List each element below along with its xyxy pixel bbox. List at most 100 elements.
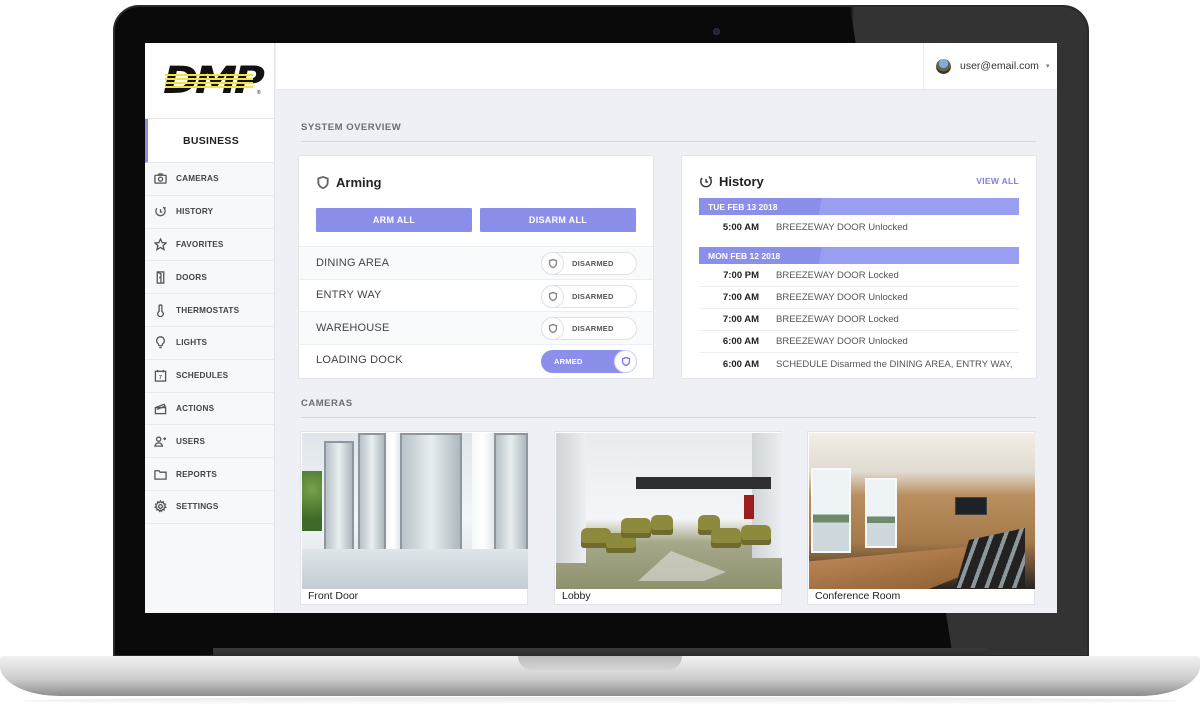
history-time: 5:00 AM — [722, 221, 759, 233]
sidebar-item-actions[interactable]: ACTIONS — [145, 393, 274, 426]
camera-label: Lobby — [562, 590, 591, 602]
history-title-text: History — [719, 174, 764, 189]
camera-feed[interactable] — [302, 433, 528, 589]
history-row[interactable]: 7:00 AM BREEZEWAY DOOR Locked — [699, 309, 1019, 331]
area-list: DINING AREA DISARMED ENTRY WAY DISARMED … — [299, 246, 653, 379]
top-bar: user@email.com ▾ — [276, 43, 1057, 90]
laptop-shadow — [20, 697, 1180, 705]
area-row: ENTRY WAY DISARMED — [299, 278, 653, 312]
shield-icon — [614, 349, 637, 373]
logo-stripes — [164, 73, 253, 90]
sidebar-item-label: REPORTS — [176, 469, 217, 479]
history-time: 6:00 AM — [722, 358, 759, 370]
history-text: BREEZEWAY DOOR Locked — [776, 270, 899, 281]
arming-toggle[interactable]: DISARMED — [541, 252, 637, 275]
camera-label: Front Door — [308, 590, 359, 602]
shield-icon — [317, 175, 329, 190]
door-icon — [152, 269, 168, 285]
sidebar-item-label: CAMERAS — [176, 174, 219, 184]
sidebar-item-lights[interactable]: LIGHTS — [145, 327, 274, 360]
section-divider — [301, 417, 1036, 418]
history-time: 7:00 AM — [722, 292, 759, 303]
shield-icon — [541, 284, 564, 308]
history-time: 6:00 AM — [722, 336, 759, 347]
section-divider — [301, 141, 1036, 142]
calendar-icon: 7 — [152, 368, 168, 384]
history-row[interactable]: 5:00 AM BREEZEWAY DOOR Unlocked — [699, 216, 1019, 238]
history-time: 7:00 PM — [723, 270, 759, 281]
sidebar-item-label: FAVORITES — [176, 239, 224, 249]
sidebar-item-label: USERS — [176, 436, 206, 446]
arming-toggle[interactable]: DISARMED — [541, 284, 637, 308]
view-all-link[interactable]: VIEW ALL — [976, 176, 1019, 186]
arming-toggle[interactable]: DISARMED — [541, 317, 637, 340]
shield-icon — [541, 317, 564, 340]
history-title: History — [699, 174, 764, 189]
account-selector[interactable]: BUSINESS — [145, 119, 274, 163]
camera-card-conference-room[interactable]: Conference Room — [807, 431, 1035, 605]
user-email: user@email.com — [960, 60, 1039, 72]
history-row[interactable]: 7:00 PM BREEZEWAY DOOR Locked — [699, 265, 1019, 287]
area-name: ENTRY WAY — [316, 289, 382, 302]
history-row[interactable]: 6:00 AM SCHEDULE Disarmed the DINING ARE… — [699, 353, 1019, 375]
sidebar-item-users[interactable]: USERS — [145, 425, 274, 459]
sidebar-item-history[interactable]: HISTORY — [145, 196, 274, 229]
history-row[interactable]: 7:00 AM BREEZEWAY DOOR Unlocked — [699, 287, 1019, 309]
sidebar: DMP ® BUSINESS CAMERAS HISTORY FAVORITES — [145, 43, 275, 613]
camera-feed[interactable] — [556, 433, 782, 589]
history-text: BREEZEWAY DOOR Unlocked — [776, 292, 908, 303]
arming-card: Arming ARM ALL DISARM ALL DINING AREA DI… — [298, 155, 654, 379]
registered-mark: ® — [256, 89, 261, 96]
avatar — [936, 58, 951, 74]
disarm-all-button[interactable]: DISARM ALL — [480, 208, 636, 232]
camera-card-lobby[interactable]: Lobby — [554, 431, 782, 605]
arm-all-button[interactable]: ARM ALL — [316, 208, 472, 232]
gear-icon — [152, 499, 168, 515]
history-date-header: MON FEB 12 2018 — [699, 247, 1019, 264]
sidebar-item-doors[interactable]: DOORS — [145, 261, 274, 295]
history-text: BREEZEWAY DOOR Unlocked — [776, 336, 908, 347]
history-card: History VIEW ALL TUE FEB 13 2018 5:00 AM… — [681, 155, 1037, 379]
area-row: LOADING DOCK ARMED — [299, 343, 653, 377]
sidebar-item-thermostats[interactable]: THERMOSTATS — [145, 294, 274, 327]
sidebar-item-settings[interactable]: SETTINGS — [145, 491, 274, 524]
sidebar-item-label: ACTIONS — [176, 403, 215, 413]
sidebar-item-cameras[interactable]: CAMERAS — [145, 163, 274, 196]
chevron-down-icon: ▾ — [1045, 63, 1050, 70]
sidebar-item-label: THERMOSTATS — [176, 305, 240, 315]
area-name: WAREHOUSE — [316, 321, 390, 334]
history-text: BREEZEWAY DOOR Unlocked — [776, 221, 908, 233]
history-text: BREEZEWAY DOOR Locked — [776, 314, 899, 325]
history-row[interactable]: 6:00 AM BREEZEWAY DOOR Unlocked — [699, 331, 1019, 353]
area-name: LOADING DOCK — [316, 354, 403, 367]
camera-label: Conference Room — [815, 590, 901, 602]
dmp-logo[interactable]: DMP ® — [163, 62, 265, 99]
history-icon — [700, 175, 712, 188]
sidebar-item-label: LIGHTS — [176, 338, 208, 348]
clapperboard-icon — [152, 400, 168, 416]
area-name: DINING AREA — [316, 256, 390, 269]
area-row: WAREHOUSE DISARMED — [299, 311, 653, 344]
arming-status: DISARMED — [572, 259, 614, 268]
user-menu[interactable]: user@email.com ▾ — [923, 43, 1057, 89]
camera-feed[interactable] — [809, 433, 1035, 589]
arming-title-text: Arming — [336, 175, 382, 190]
feed-detail — [302, 471, 322, 531]
sidebar-item-label: DOORS — [176, 272, 208, 282]
webcam — [713, 28, 720, 35]
arming-status: ARMED — [554, 356, 583, 366]
app-screen: DMP ® BUSINESS CAMERAS HISTORY FAVORITES — [145, 43, 1057, 613]
arming-status: DISARMED — [572, 291, 614, 301]
sidebar-item-label: HISTORY — [176, 207, 214, 217]
history-icon — [152, 204, 168, 220]
sidebar-item-favorites[interactable]: FAVORITES — [145, 229, 274, 262]
logo-area[interactable]: DMP ® — [145, 43, 274, 119]
section-title-system-overview: SYSTEM OVERVIEW — [301, 122, 402, 133]
sidebar-item-reports[interactable]: REPORTS — [145, 458, 274, 491]
camera-card-front-door[interactable]: Front Door — [300, 431, 528, 605]
sidebar-item-label: SCHEDULES — [176, 371, 229, 381]
arming-toggle[interactable]: ARMED — [541, 349, 637, 373]
arming-status: DISARMED — [572, 324, 614, 333]
sidebar-item-schedules[interactable]: 7 SCHEDULES — [145, 360, 274, 393]
users-icon — [152, 433, 168, 449]
